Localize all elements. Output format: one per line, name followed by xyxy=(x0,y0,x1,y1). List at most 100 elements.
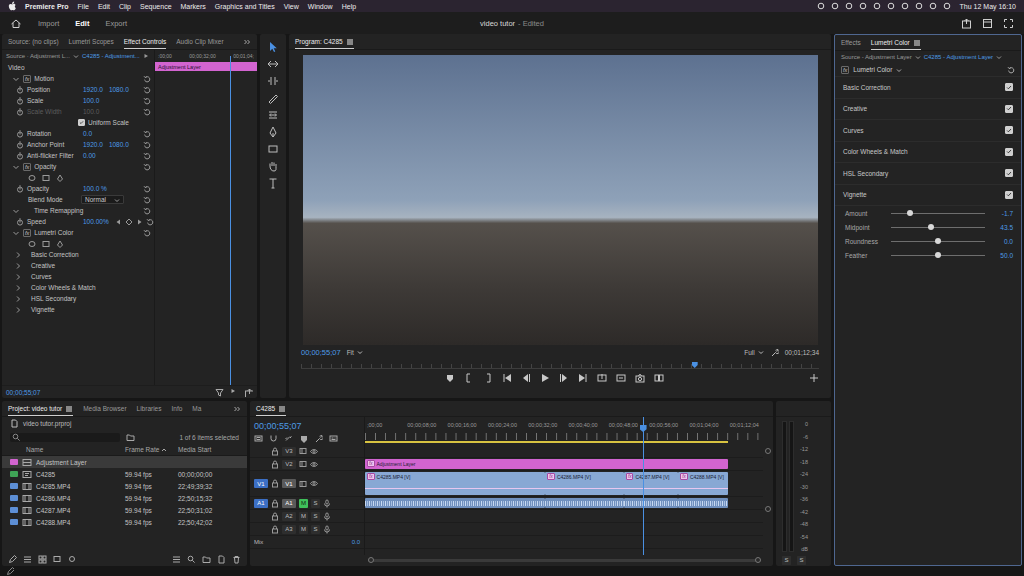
insert-icon[interactable] xyxy=(597,373,607,383)
snap-icon[interactable] xyxy=(269,434,278,443)
workspace-tab[interactable]: Export xyxy=(105,19,127,28)
slider-thumb[interactable] xyxy=(935,238,941,244)
track-target[interactable]: A2 xyxy=(282,512,296,521)
slider-value[interactable]: 0.0 xyxy=(991,238,1013,245)
comparison-view-icon[interactable] xyxy=(654,373,664,383)
reset-icon[interactable] xyxy=(143,196,151,204)
slider-value[interactable]: 43.5 xyxy=(991,224,1013,231)
home-icon[interactable] xyxy=(10,18,22,29)
new-item-icon[interactable] xyxy=(217,555,226,564)
tab-label[interactable]: Source: (no clips) xyxy=(8,38,59,45)
video-clip[interactable]: fxC4285.MP4 [V] xyxy=(365,472,545,495)
plus-icon[interactable] xyxy=(809,373,819,383)
status-icon[interactable] xyxy=(929,2,937,10)
work-area-bar[interactable] xyxy=(365,441,728,443)
zoom-select[interactable]: Fit xyxy=(347,349,363,356)
lock-icon[interactable] xyxy=(271,512,279,521)
mix-level[interactable]: 0.0 xyxy=(352,539,360,545)
panel-tab[interactable]: Effect Controls xyxy=(124,34,167,49)
freeform-view-icon[interactable] xyxy=(53,555,62,564)
menu-item[interactable]: View xyxy=(284,3,299,10)
param-value[interactable]: 1080.0 xyxy=(109,86,129,93)
status-icon[interactable] xyxy=(859,2,867,10)
workspace-label[interactable]: Export xyxy=(105,19,127,28)
column-header[interactable]: Name xyxy=(2,446,125,453)
step-forward-icon[interactable] xyxy=(559,373,569,383)
audio-clip[interactable] xyxy=(624,498,678,508)
slider-track[interactable] xyxy=(891,241,985,242)
column-label[interactable]: Media Start xyxy=(178,446,211,453)
tab-label[interactable]: Media Browser xyxy=(83,405,126,412)
panel-menu-icon[interactable] xyxy=(346,38,354,46)
panel-tab[interactable]: Source: (no clips) xyxy=(8,34,59,49)
lumetri-section[interactable]: Color Wheels & Match xyxy=(835,142,1021,164)
panel-tab[interactable]: Lumetri Scopes xyxy=(69,34,114,49)
tab-label[interactable]: Project: video tutor xyxy=(8,405,62,412)
reset-icon[interactable] xyxy=(143,86,151,94)
sync-lock-icon[interactable] xyxy=(299,480,307,488)
effect-row[interactable]: fxOpacity xyxy=(2,161,154,172)
reset-icon[interactable] xyxy=(143,75,151,83)
sync-lock-icon[interactable] xyxy=(299,460,307,468)
section-checkbox[interactable] xyxy=(1005,126,1013,134)
tool-button[interactable] xyxy=(264,142,282,156)
solo-label[interactable]: S xyxy=(797,556,806,565)
panel-tab[interactable]: Effects xyxy=(841,35,861,50)
column-label[interactable]: Frame Rate xyxy=(125,446,159,453)
lock-icon[interactable] xyxy=(271,460,279,469)
mini-timeline[interactable] xyxy=(301,359,819,369)
show-timeline-icon[interactable] xyxy=(143,53,149,59)
slider-thumb[interactable] xyxy=(935,252,941,258)
slider-track[interactable] xyxy=(891,227,985,228)
scroll-handle[interactable] xyxy=(368,557,374,563)
step-back-icon[interactable] xyxy=(521,373,531,383)
panel-tab[interactable]: Ma xyxy=(192,401,201,416)
dropdown-value[interactable]: Normal xyxy=(85,196,106,203)
effect-row[interactable]: Time Remapping xyxy=(2,205,154,216)
status-icon[interactable] xyxy=(887,2,895,10)
audio-clip[interactable] xyxy=(365,498,545,508)
new-bin-icon[interactable] xyxy=(202,555,211,564)
group-label[interactable]: HSL Secondary xyxy=(31,295,76,302)
effect-name[interactable]: Lumetri Color xyxy=(34,229,73,236)
project-row[interactable]: C4286.MP459.94 fps22;50;15;32 xyxy=(2,492,247,504)
tool-button[interactable] xyxy=(264,125,282,139)
lumetri-section[interactable]: HSL Secondary xyxy=(835,163,1021,185)
voice-over-icon[interactable] xyxy=(323,525,331,534)
param-value[interactable]: 1080.0 xyxy=(109,141,129,148)
source-patch-label[interactable]: A1 xyxy=(257,500,264,506)
tab-label[interactable]: Lumetri Color xyxy=(871,39,910,46)
section-checkbox[interactable] xyxy=(1005,83,1013,91)
section-title[interactable]: HSL Secondary xyxy=(843,170,888,177)
zoom-scrollbar[interactable] xyxy=(368,559,761,562)
menu-item[interactable]: Help xyxy=(342,3,356,10)
menu-item[interactable]: Window xyxy=(308,3,333,10)
slider-value[interactable]: 50.0 xyxy=(991,252,1013,259)
group-label[interactable]: Curves xyxy=(31,273,52,280)
group-row[interactable]: Curves xyxy=(2,271,154,282)
panel-tab[interactable]: Project: video tutor xyxy=(8,401,73,416)
chevron-right-icon[interactable] xyxy=(14,251,22,259)
source-name[interactable]: Source - Adjustment Layer xyxy=(841,54,912,60)
play-audio-icon[interactable] xyxy=(230,388,238,396)
more-tabs-icon[interactable] xyxy=(243,38,251,46)
chevron-right-icon[interactable] xyxy=(14,284,22,292)
solo-label[interactable]: S xyxy=(313,500,317,506)
solo-button[interactable]: S xyxy=(311,525,320,534)
section-checkbox[interactable] xyxy=(1005,148,1013,156)
filter-icon[interactable] xyxy=(215,388,224,397)
solo-button[interactable]: S xyxy=(311,512,320,521)
menu-item[interactable]: Clip xyxy=(119,3,131,10)
track-name[interactable]: V2 xyxy=(285,461,292,467)
scroll-handle[interactable] xyxy=(755,557,761,563)
panel-menu-icon[interactable] xyxy=(65,405,73,413)
ellipse-mask-icon[interactable] xyxy=(28,240,36,248)
slider-thumb[interactable] xyxy=(907,210,913,216)
reset-icon[interactable] xyxy=(1007,66,1015,74)
sort-icon[interactable] xyxy=(172,555,181,564)
solo-button[interactable]: S xyxy=(311,499,320,508)
stopwatch-icon[interactable] xyxy=(16,185,24,193)
panel-menu-icon[interactable] xyxy=(913,39,921,47)
section-checkbox[interactable] xyxy=(1005,191,1013,199)
track-target[interactable]: A1 xyxy=(282,499,296,508)
